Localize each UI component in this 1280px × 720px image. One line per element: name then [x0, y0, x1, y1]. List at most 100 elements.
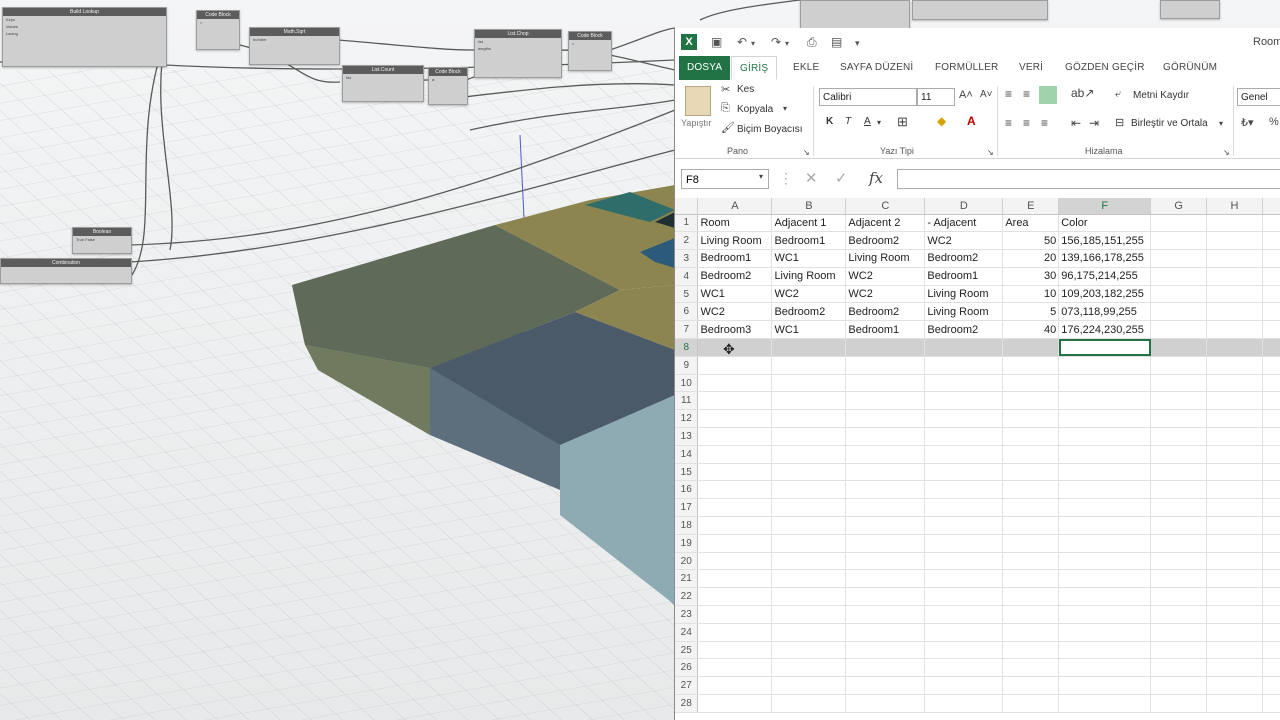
table-cell[interactable]	[1262, 214, 1280, 233]
tab-file[interactable]: DOSYA	[679, 56, 731, 80]
form-icon[interactable]: ▤	[831, 35, 842, 49]
table-cell[interactable]: WC2	[845, 285, 926, 304]
table-cell[interactable]	[1206, 409, 1263, 429]
row-header[interactable]: 23	[675, 605, 699, 624]
row-header[interactable]: 26	[675, 658, 699, 678]
table-cell[interactable]	[1002, 623, 1060, 642]
table-cell[interactable]	[1206, 391, 1263, 411]
table-cell[interactable]	[924, 356, 1004, 375]
dynamo-node-list-count[interactable]: List.Count list	[342, 65, 424, 102]
font-name-dropdown[interactable]: Calibri	[819, 88, 917, 106]
table-cell[interactable]: Adjacent 2	[845, 214, 926, 233]
table-cell[interactable]	[1206, 534, 1263, 553]
table-cell[interactable]	[1002, 374, 1060, 393]
row-header[interactable]: 4	[675, 267, 699, 286]
node-port[interactable]: a	[429, 76, 467, 83]
table-cell[interactable]	[1206, 214, 1263, 233]
table-cell[interactable]: 5	[1002, 302, 1060, 322]
table-cell[interactable]	[1058, 534, 1152, 553]
table-cell[interactable]: Bedroom1	[845, 320, 926, 340]
table-cell[interactable]: 176,224,230,255	[1058, 320, 1152, 340]
row-header[interactable]: 2	[675, 231, 699, 251]
column-header[interactable]: E	[1002, 198, 1060, 215]
table-cell[interactable]	[1058, 338, 1152, 357]
number-format-dropdown[interactable]: Genel	[1237, 88, 1280, 106]
table-cell[interactable]	[924, 427, 1004, 446]
boolean-toggle[interactable]: True False	[73, 236, 131, 243]
table-cell[interactable]	[1150, 214, 1208, 233]
row-header[interactable]: 15	[675, 463, 699, 482]
excel-window[interactable]: X ▣ ↶ ▾ ↷ ▾ ⎙ ▤ ▾ Room DOSYA GİRİŞ EKLE …	[674, 28, 1280, 720]
row-header[interactable]: 7	[675, 320, 699, 340]
table-cell[interactable]	[1262, 569, 1280, 589]
table-cell[interactable]	[1150, 641, 1208, 660]
cut-icon[interactable]: ✂	[721, 83, 730, 96]
table-cell[interactable]	[924, 641, 1004, 660]
decrease-indent-icon[interactable]: ⇤	[1071, 116, 1081, 130]
table-cell[interactable]	[1206, 623, 1263, 642]
print-preview-icon[interactable]: ⎙	[807, 35, 817, 50]
row-header[interactable]: 11	[675, 391, 699, 411]
table-cell[interactable]	[845, 480, 926, 500]
paste-button[interactable]: Yapıştır	[681, 118, 711, 128]
table-cell[interactable]	[1058, 605, 1152, 624]
table-cell[interactable]: WC2	[924, 231, 1004, 251]
spreadsheet-grid[interactable]: A B C D E F G H 1 Room Adjacent 1 Adjacent …	[675, 198, 1280, 713]
table-cell[interactable]	[845, 338, 926, 357]
save-icon[interactable]: ▣	[711, 35, 722, 49]
table-cell[interactable]	[1150, 587, 1208, 607]
table-cell[interactable]	[1058, 374, 1152, 393]
row-header[interactable]: 19	[675, 534, 699, 553]
table-cell[interactable]	[1262, 302, 1280, 322]
dynamo-node-top-right[interactable]	[800, 0, 910, 30]
wrap-text-button[interactable]: Metni Kaydır	[1133, 90, 1189, 101]
node-port[interactable]: number	[250, 36, 339, 43]
table-cell[interactable]: WC1	[771, 249, 847, 268]
table-cell[interactable]	[1262, 445, 1280, 464]
node-port[interactable]: Values	[3, 23, 166, 30]
table-cell[interactable]	[1002, 463, 1060, 482]
table-cell[interactable]	[1262, 427, 1280, 446]
table-cell[interactable]: Room	[697, 214, 773, 233]
table-cell[interactable]	[771, 676, 847, 696]
table-cell[interactable]	[771, 623, 847, 642]
table-cell[interactable]	[1150, 498, 1208, 518]
column-header[interactable]: G	[1150, 198, 1208, 215]
align-bottom-icon[interactable]	[1039, 86, 1057, 104]
underline-dropdown-icon[interactable]: ▾	[877, 118, 881, 127]
row-header[interactable]: 13	[675, 427, 699, 446]
select-all-corner[interactable]	[675, 198, 699, 215]
table-cell[interactable]: Bedroom2	[924, 249, 1004, 268]
table-cell[interactable]: - Adjacent	[924, 214, 1004, 233]
table-cell[interactable]: Living Room	[697, 231, 773, 251]
table-cell[interactable]	[1150, 302, 1208, 322]
table-cell[interactable]	[1150, 552, 1208, 571]
column-header[interactable]: F	[1058, 198, 1152, 215]
node-port[interactable]: >	[569, 40, 611, 47]
orientation-icon[interactable]: ab↗	[1071, 86, 1094, 100]
row-header[interactable]: 20	[675, 552, 699, 571]
row-header[interactable]: 21	[675, 569, 699, 589]
node-port[interactable]: lengths	[475, 45, 561, 52]
dynamo-node-list-chop[interactable]: List.Chop list lengths	[474, 29, 562, 78]
row-header[interactable]: 9	[675, 356, 699, 375]
table-cell[interactable]	[1002, 356, 1060, 375]
table-cell[interactable]	[771, 552, 847, 571]
table-cell[interactable]	[1150, 534, 1208, 553]
table-cell[interactable]	[1206, 445, 1263, 464]
table-cell[interactable]	[1150, 658, 1208, 678]
enter-icon[interactable]: ✓	[835, 169, 848, 187]
table-cell[interactable]	[1262, 587, 1280, 607]
cancel-icon[interactable]: ✕	[805, 169, 818, 187]
table-cell[interactable]	[924, 694, 1004, 713]
row-header[interactable]: 5	[675, 285, 699, 304]
table-cell[interactable]	[771, 480, 847, 500]
row-header[interactable]: 16	[675, 480, 699, 500]
table-cell[interactable]	[697, 605, 773, 624]
table-cell[interactable]	[1262, 605, 1280, 624]
merge-center-button[interactable]: Birleştir ve Ortala	[1131, 118, 1208, 129]
table-cell[interactable]	[1206, 356, 1263, 375]
table-cell[interactable]	[1150, 374, 1208, 393]
table-cell[interactable]	[1262, 267, 1280, 286]
format-painter-button[interactable]: Biçim Boyacısı	[737, 124, 803, 135]
